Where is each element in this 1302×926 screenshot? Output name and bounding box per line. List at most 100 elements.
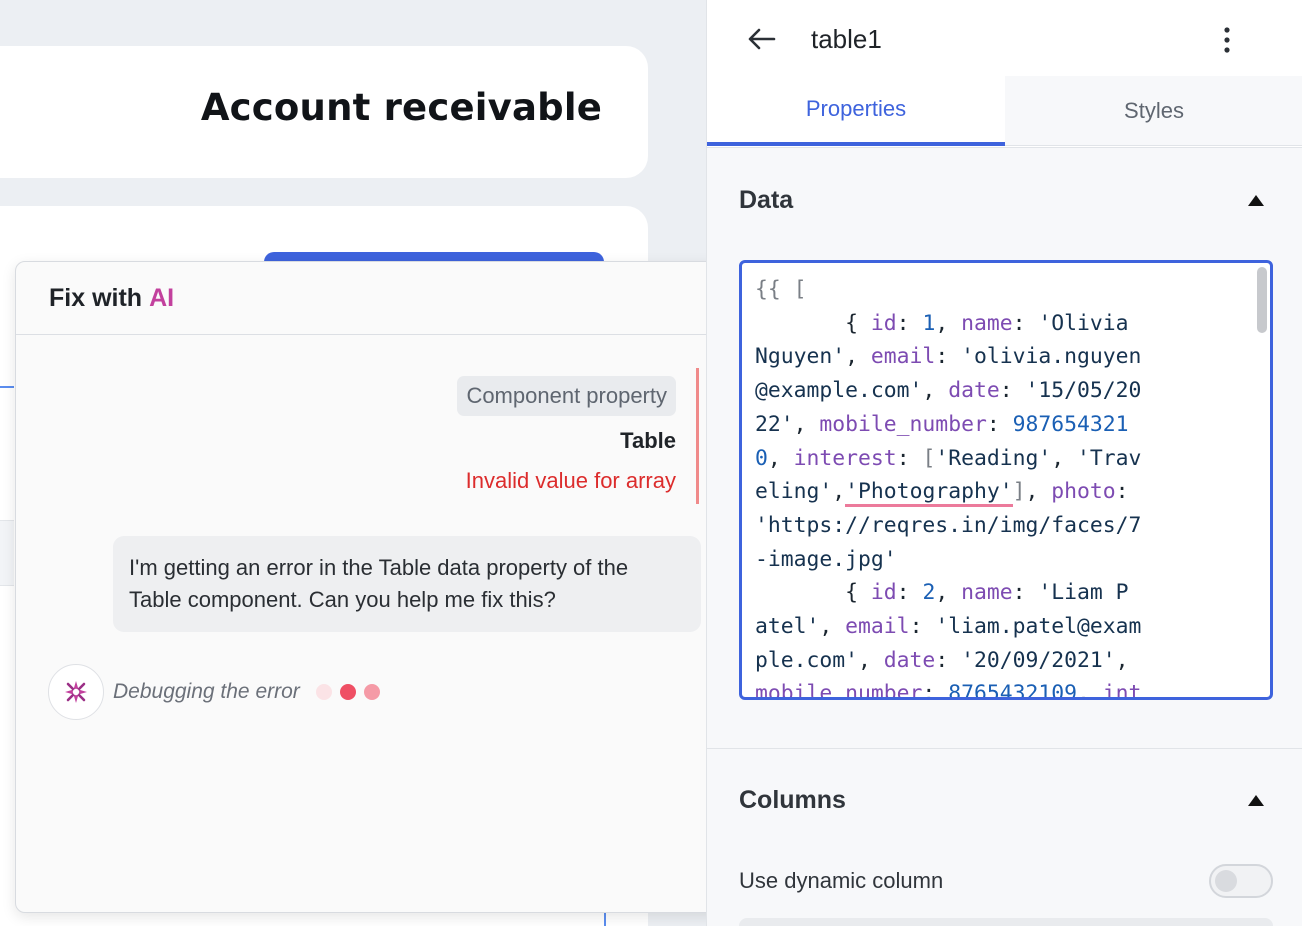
code-token: : <box>922 681 949 700</box>
code-token: mobile_number <box>755 681 923 700</box>
collapse-caret-icon[interactable] <box>1248 195 1264 206</box>
header-card[interactable]: Account receivable <box>0 46 648 178</box>
tab-properties[interactable]: Properties <box>707 76 1005 146</box>
context-chip: Component property <box>457 376 676 416</box>
code-token: -image.jpg' <box>755 546 897 572</box>
back-arrow-icon[interactable] <box>745 22 779 56</box>
code-token: 'Liam P <box>1038 580 1129 606</box>
code-token: : <box>1115 479 1129 505</box>
inspector-header: table1 Properties Styles <box>707 0 1302 148</box>
code-token: , <box>845 344 871 370</box>
bot-status-row: Debugging the error <box>48 664 380 720</box>
code-token: name <box>961 580 1013 606</box>
dynamic-column-toggle[interactable] <box>1209 864 1273 898</box>
page-title: Account receivable <box>200 86 602 129</box>
error-token: 'Photography' <box>845 479 1013 508</box>
table-selection-line <box>0 386 14 388</box>
code-line: { id: 1, name: 'Olivia <box>755 307 1255 341</box>
component-name[interactable]: table1 <box>811 24 882 55</box>
context-error-message: Invalid value for array <box>465 468 676 493</box>
table-data-code-editor[interactable]: {{ [ { id: 1, name: 'Olivia Nguyen', emai… <box>739 260 1273 700</box>
inspector-panel: table1 Properties Styles Data {{ [ { id:… <box>706 0 1302 926</box>
code-token: name <box>961 310 1013 336</box>
code-token: id <box>870 580 897 606</box>
columns-field[interactable] <box>739 918 1273 926</box>
code-token: { <box>755 580 871 606</box>
code-token: email <box>845 614 910 640</box>
code-token: , <box>858 647 884 673</box>
error-context: Component property Table Invalid value f… <box>399 368 699 504</box>
code-token: email <box>870 344 936 370</box>
code-token: , <box>935 580 962 606</box>
code-token: 8765432109 <box>948 681 1077 700</box>
code-line: { id: 2, name: 'Liam P <box>755 576 1255 610</box>
code-token: int <box>1102 681 1142 700</box>
ai-panel-title-accent: AI <box>149 283 175 312</box>
typing-dot <box>363 684 380 700</box>
typing-indicator <box>315 684 380 700</box>
code-token: '20/09/2021' <box>961 647 1116 673</box>
ai-panel-header: Fix with AI <box>16 262 733 335</box>
code-token: atel' <box>755 614 820 640</box>
code-token: date <box>883 647 936 673</box>
ai-panel-title: Fix with <box>49 283 143 312</box>
code-token: : <box>1012 310 1039 336</box>
code-token: : <box>1012 580 1039 606</box>
editor-scrollbar[interactable] <box>1257 267 1267 333</box>
code-token: 1 <box>922 310 936 336</box>
code-line: Nguyen', email: 'olivia.nguyen <box>755 340 1255 374</box>
code-token: interest <box>793 445 897 471</box>
code-line: 'https://reqres.in/img/faces/7 <box>755 509 1255 543</box>
code-token: , <box>1115 647 1129 673</box>
context-component-name: Table <box>620 428 676 453</box>
code-token: {{ [ <box>755 277 807 302</box>
code-token: date <box>948 378 1000 404</box>
code-token: 0 <box>755 445 768 471</box>
code-token: 2 <box>922 580 936 606</box>
code-token: id <box>870 310 897 336</box>
columns-section-title[interactable]: Columns <box>739 786 846 815</box>
table-header-cell: I <box>0 520 14 586</box>
code-token: mobile_number <box>819 411 987 437</box>
code-content: {{ [ { id: 1, name: 'Olivia Nguyen', emai… <box>755 273 1255 700</box>
code-token: , <box>1025 479 1052 505</box>
toggle-knob <box>1215 870 1237 892</box>
code-token: , <box>1076 681 1103 700</box>
typing-dot <box>315 684 332 700</box>
code-token: , <box>819 614 846 640</box>
code-token: 'Olivia <box>1038 310 1129 336</box>
code-token: : <box>909 614 936 640</box>
dynamic-column-label: Use dynamic column <box>739 868 944 893</box>
code-token: 'Reading' <box>935 445 1052 471</box>
collapse-caret-icon[interactable] <box>1248 795 1264 806</box>
code-token: photo <box>1051 479 1116 505</box>
code-token: : <box>935 344 962 370</box>
fix-with-ai-panel: Fix with AI Component property Table Inv… <box>15 261 734 913</box>
code-line: 0, interest: ['Reading', 'Trav <box>755 442 1255 476</box>
data-section-title[interactable]: Data <box>739 186 793 215</box>
code-token: : <box>986 411 1013 437</box>
code-line: mobile_number: 8765432109, int <box>755 677 1255 700</box>
table-selection-edge <box>604 911 606 926</box>
code-token: Nguyen' <box>755 344 846 370</box>
code-token: ple.com' <box>755 647 859 673</box>
code-token: , <box>935 310 962 336</box>
code-token: 'olivia.nguyen <box>961 344 1142 370</box>
code-line: ple.com', date: '20/09/2021', <box>755 644 1255 678</box>
user-message-bubble: I'm getting an error in the Table data p… <box>113 536 701 632</box>
code-line: {{ [ <box>755 273 1255 307</box>
code-token: : <box>896 445 923 471</box>
code-token: : <box>896 310 923 336</box>
code-token: 987654321 <box>1012 411 1129 437</box>
code-line: @example.com', date: '15/05/20 <box>755 374 1255 408</box>
code-token: , <box>922 378 949 404</box>
code-token: 'Trav <box>1077 445 1142 471</box>
code-token: : <box>935 647 962 673</box>
code-token: 'https://reqres.in/img/faces/7 <box>755 512 1142 538</box>
tab-styles[interactable]: Styles <box>1005 76 1302 146</box>
code-line: eling','Photography'], photo: <box>755 475 1255 509</box>
code-token: 22' <box>755 411 794 437</box>
code-token: , <box>832 479 846 505</box>
more-vertical-icon[interactable] <box>1215 20 1239 60</box>
code-token: , <box>793 411 820 437</box>
